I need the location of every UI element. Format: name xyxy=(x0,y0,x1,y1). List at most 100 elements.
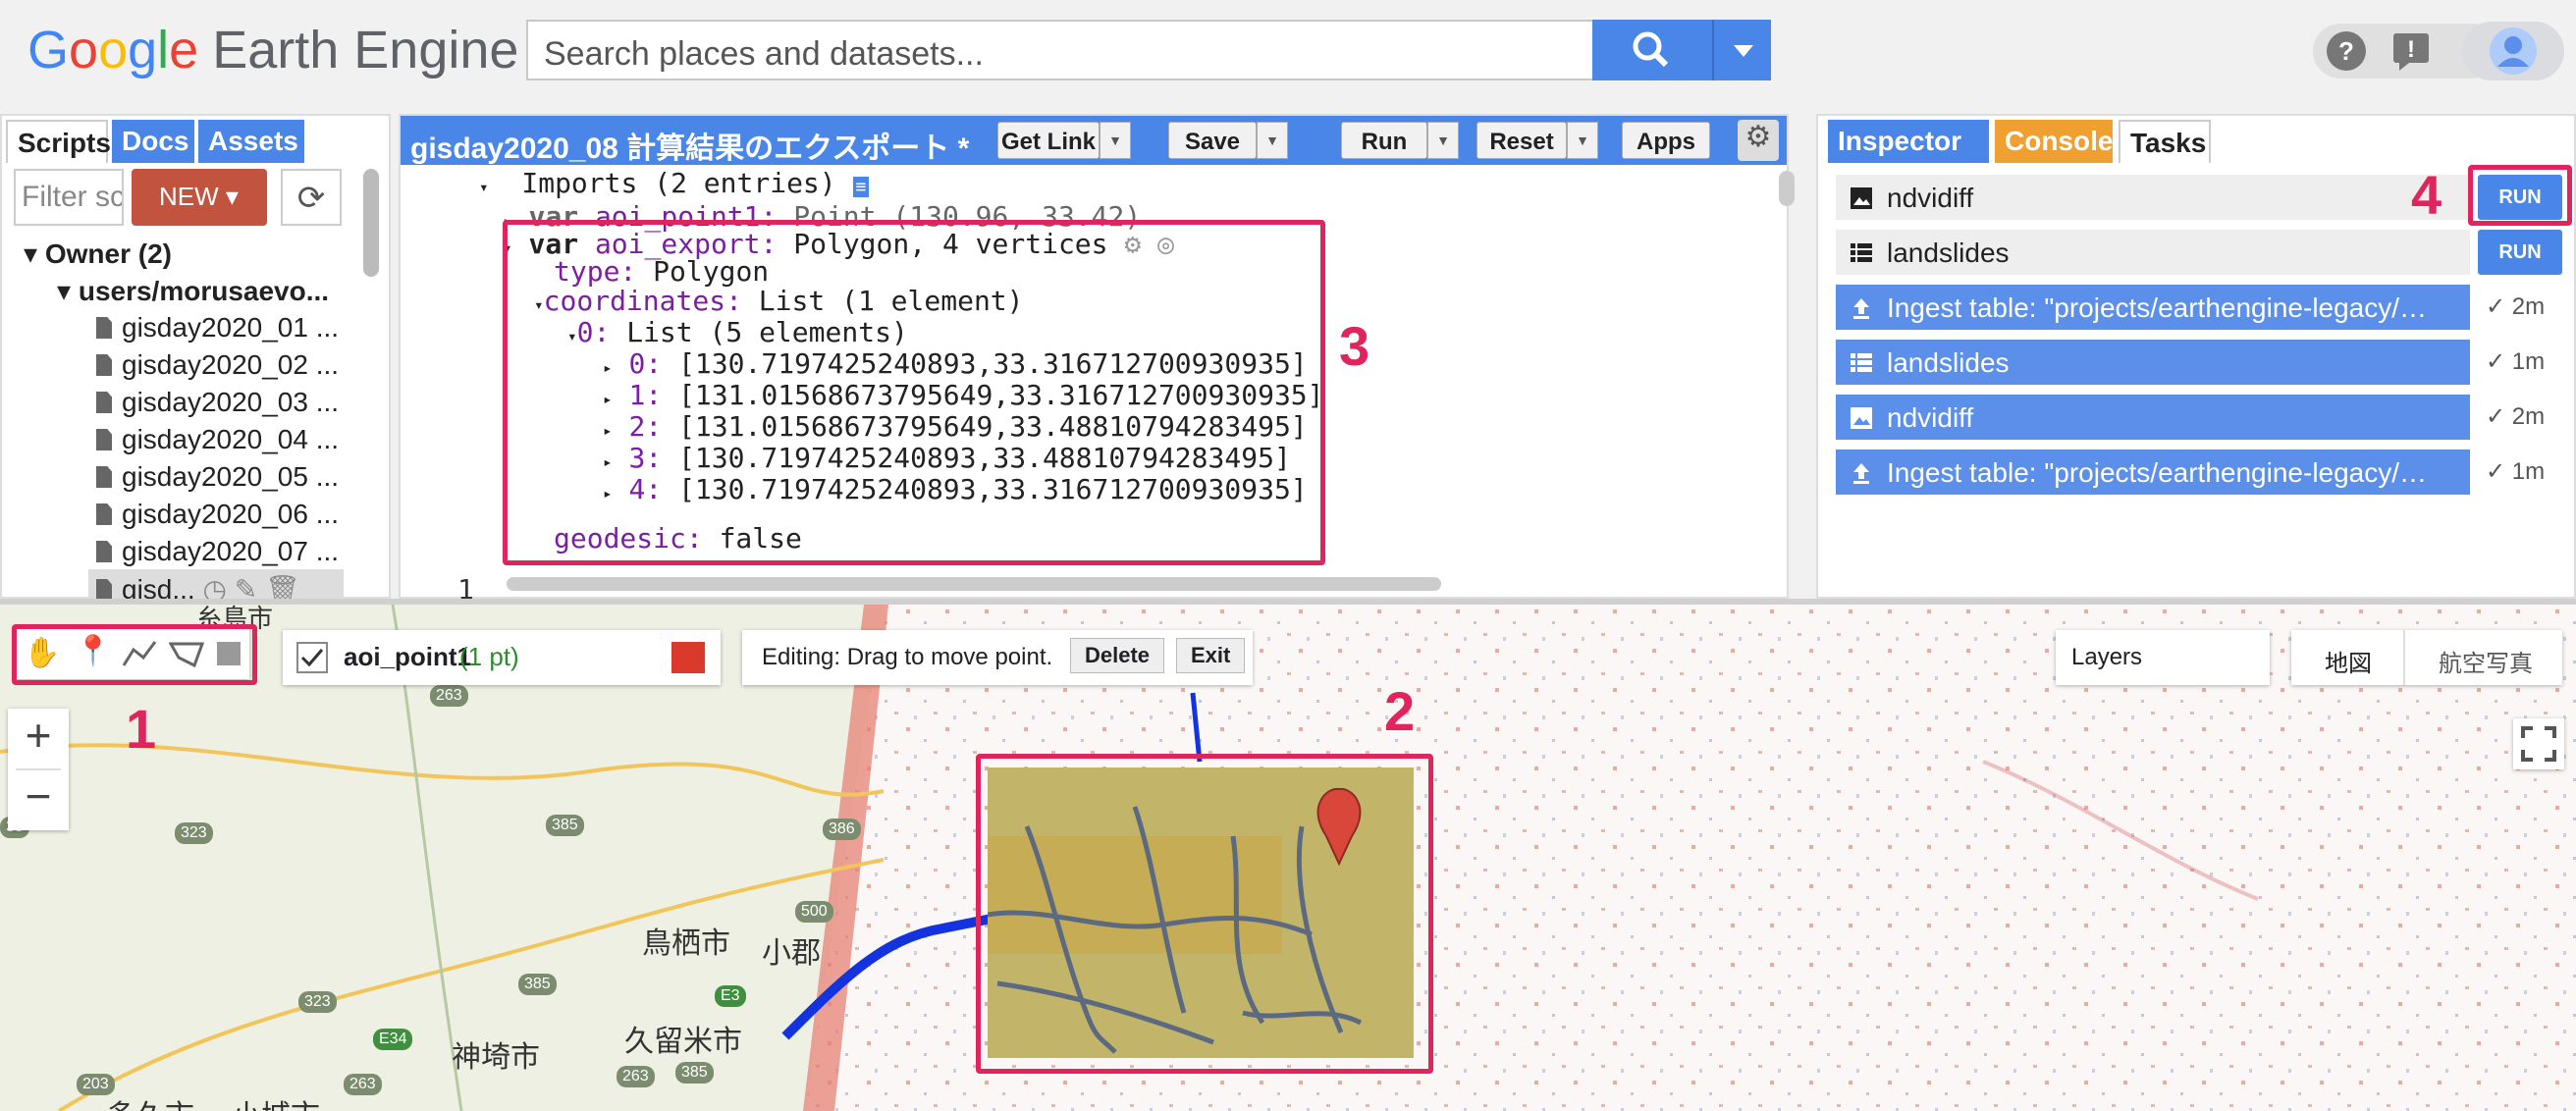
map-type-satellite[interactable]: 航空写真 xyxy=(2439,644,2533,678)
script-file[interactable]: gisday2020_03 ... xyxy=(96,387,339,418)
route-shield: 385 xyxy=(546,815,584,836)
task-item[interactable]: landslides xyxy=(1836,230,2470,275)
task-item[interactable]: Ingest table: "projects/earthengine-lega… xyxy=(1836,285,2470,330)
file-icon xyxy=(96,579,112,601)
task-name: Ingest table: "projects/earthengine-lega… xyxy=(1887,292,2428,323)
task-name: landslides xyxy=(1887,347,2010,378)
tab-scripts[interactable]: Scripts xyxy=(6,120,111,163)
script-file-name: gisday2020_04 ... xyxy=(122,424,340,454)
script-file-selected[interactable]: gisd... ◷ ✎ 🗑 xyxy=(88,569,344,605)
map-type-map[interactable]: 地図 xyxy=(2325,644,2372,678)
script-file[interactable]: gisday2020_07 ... xyxy=(96,536,339,567)
refresh-button[interactable]: ⟳ xyxy=(281,169,342,226)
zoom-in-button[interactable]: + xyxy=(8,709,69,767)
layer-checkbox[interactable] xyxy=(296,642,328,673)
route-shield: 323 xyxy=(175,822,213,844)
new-button-label: NEW xyxy=(159,182,219,211)
annotation-box-4 xyxy=(2468,165,2572,226)
script-file[interactable]: gisday2020_01 ... xyxy=(96,312,339,344)
logo-product: Earth Engine xyxy=(212,21,519,79)
svg-text:?: ? xyxy=(2338,36,2354,66)
delete-button[interactable]: Delete xyxy=(1070,638,1165,673)
caret-down-icon: ▾ xyxy=(57,276,72,306)
docs-icon[interactable]: ≡ xyxy=(852,177,870,197)
horizontal-scrollbar[interactable] xyxy=(507,577,1441,591)
vertical-scrollbar[interactable] xyxy=(1779,171,1795,206)
tab-tasks[interactable]: Tasks xyxy=(2119,120,2211,163)
script-file-name: gisday2020_01 ... xyxy=(122,312,340,343)
search-button[interactable] xyxy=(1592,20,1712,80)
layer-color-swatch[interactable] xyxy=(671,642,705,673)
chevron-down-icon: ▼ xyxy=(1576,132,1589,148)
new-button[interactable]: NEW ▾ xyxy=(132,169,267,226)
file-icon xyxy=(96,541,112,562)
script-file[interactable]: gisday2020_02 ... xyxy=(96,349,339,381)
task-status: ✓ 1m xyxy=(2486,458,2546,485)
get-link-dropdown[interactable]: ▼ xyxy=(1100,122,1131,159)
save-dropdown[interactable]: ▼ xyxy=(1257,122,1288,159)
search-input[interactable]: Search places and datasets... xyxy=(526,20,1594,80)
tree-owner[interactable]: ▾ Owner (2) xyxy=(24,238,172,270)
task-item[interactable]: ndvidiff xyxy=(1836,395,2470,440)
tab-console[interactable]: Console xyxy=(1995,120,2113,163)
script-file[interactable]: gisday2020_04 ... xyxy=(96,424,339,455)
earth-engine-logo[interactable]: Google Earth Engine xyxy=(27,20,518,80)
upload-icon xyxy=(1853,298,1869,319)
file-icon xyxy=(96,429,112,450)
city-label: 神埼市 xyxy=(452,1041,540,1074)
script-file-name: gisday2020_05 ... xyxy=(122,461,340,492)
layers-control[interactable]: Layers xyxy=(2056,630,2270,685)
script-file-name: gisday2020_03 ... xyxy=(122,387,340,417)
fullscreen-button[interactable] xyxy=(2513,718,2564,769)
task-status: ✓ 1m xyxy=(2486,348,2546,375)
chevron-down-icon: ▼ xyxy=(1436,132,1450,148)
annotation-number: 4 xyxy=(2411,164,2442,226)
table-icon xyxy=(1851,243,1872,262)
annotation-box-1 xyxy=(12,624,257,685)
settings-button[interactable]: ⚙ xyxy=(1738,120,1779,161)
annotation-box-2 xyxy=(976,754,1433,1074)
tree-user-folder[interactable]: ▾ users/morusaevo... xyxy=(57,275,329,307)
map-view[interactable]: 糸島市 鳥栖市 小郡 神埼市 久留米市 多久市 小城市 263 385 323 … xyxy=(0,605,2576,1111)
run-button[interactable]: Run xyxy=(1341,122,1427,159)
layer-name[interactable]: aoi_point1 xyxy=(344,642,471,672)
task-status: ✓ 2m xyxy=(2486,403,2546,430)
owner-label: Owner xyxy=(44,238,131,269)
map-type-control: 地図 航空写真 xyxy=(2291,630,2562,685)
tab-docs[interactable]: Docs xyxy=(112,120,194,163)
get-link-button[interactable]: Get Link xyxy=(997,122,1100,159)
imports-header[interactable]: ▾ Imports (2 entries) ≡ xyxy=(479,167,870,199)
script-file[interactable]: gisday2020_05 ... xyxy=(96,461,339,493)
fullscreen-icon xyxy=(2521,726,2556,762)
filter-scripts-input[interactable]: Filter sc xyxy=(14,169,124,226)
script-file[interactable]: gisday2020_06 ... xyxy=(96,499,339,530)
route-shield: 263 xyxy=(617,1066,655,1087)
imports-label: Imports (2 entries) xyxy=(521,167,836,199)
city-label: 多久市 xyxy=(106,1091,194,1111)
city-label: 鳥栖市 xyxy=(642,927,730,960)
editing-bar: Editing: Drag to move point. Delete Exit xyxy=(742,630,1253,685)
account-avatar[interactable] xyxy=(2462,22,2564,80)
image-icon xyxy=(1851,407,1872,429)
chevron-down-icon: ▾ xyxy=(225,182,239,211)
run-task-button[interactable]: RUN xyxy=(2478,230,2562,275)
run-dropdown[interactable]: ▼ xyxy=(1427,122,1459,159)
task-item[interactable]: ndvidiff xyxy=(1836,175,2470,220)
exit-button[interactable]: Exit xyxy=(1176,638,1246,673)
search-options-button[interactable] xyxy=(1712,20,1771,80)
save-button[interactable]: Save xyxy=(1168,122,1257,159)
zoom-out-button[interactable]: − xyxy=(8,769,69,828)
reset-dropdown[interactable]: ▼ xyxy=(1567,122,1598,159)
route-shield: 385 xyxy=(518,974,557,995)
apps-button[interactable]: Apps xyxy=(1622,122,1710,159)
script-title[interactable]: gisday2020_08 計算結果のエクスポート * xyxy=(410,124,969,167)
scrollbar[interactable] xyxy=(363,169,379,277)
route-shield: E3 xyxy=(715,985,746,1007)
reset-button[interactable]: Reset xyxy=(1476,122,1567,159)
geometry-layer-row: aoi_point1 (1 pt) xyxy=(283,630,721,685)
tab-inspector[interactable]: Inspector xyxy=(1828,120,1989,163)
task-item[interactable]: Ingest table: "projects/earthengine-lega… xyxy=(1836,450,2470,495)
task-item[interactable]: landslides xyxy=(1836,340,2470,385)
file-icon xyxy=(96,354,112,376)
tab-assets[interactable]: Assets xyxy=(198,120,304,163)
